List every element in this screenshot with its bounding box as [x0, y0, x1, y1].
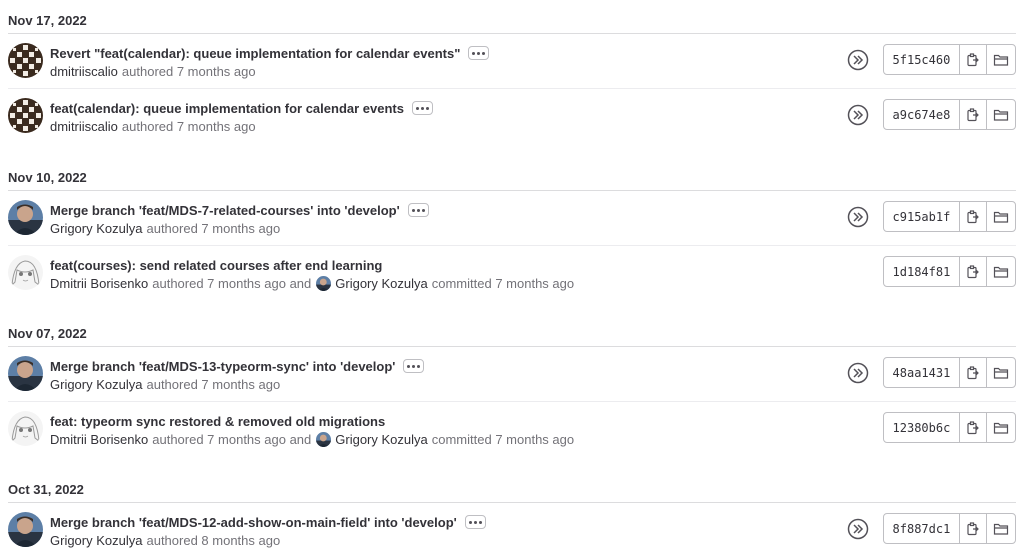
commit-author[interactable]: dmitriiscalio [50, 64, 118, 79]
date-header: Oct 31, 2022 [8, 469, 1016, 503]
folder-open-icon[interactable] [987, 514, 1015, 543]
commit-sha-group: c915ab1f [883, 201, 1016, 232]
commit-author[interactable]: Grigory Kozulya [50, 221, 142, 236]
authored-time: authored 8 months ago [146, 533, 281, 548]
pipeline-skipped-icon[interactable] [847, 518, 869, 540]
commit-row: feat(courses): send related courses afte… [8, 246, 1016, 301]
authored-time: authored 7 months ago and [152, 432, 312, 447]
commit-row: feat: typeorm sync restored & removed ol… [8, 402, 1016, 457]
avatar[interactable] [8, 43, 43, 78]
ellipsis-icon[interactable] [403, 359, 425, 373]
commit-sha[interactable]: 1d184f81 [884, 257, 960, 286]
commit-title[interactable]: feat(courses): send related courses afte… [50, 258, 382, 273]
commit-author[interactable]: Grigory Kozulya [50, 377, 142, 392]
avatar[interactable] [8, 98, 43, 133]
ellipsis-icon[interactable] [411, 101, 433, 115]
avatar[interactable] [8, 200, 43, 235]
commit-row: Merge branch 'feat/MDS-7-related-courses… [8, 191, 1016, 246]
commit-title[interactable]: Revert "feat(calendar): queue implementa… [50, 46, 460, 61]
pipeline-skipped-icon[interactable] [847, 49, 869, 71]
authored-time: authored 7 months ago [121, 119, 256, 134]
commit-sha-group: 48aa1431 [883, 357, 1016, 388]
commit-title[interactable]: Merge branch 'feat/MDS-7-related-courses… [50, 203, 400, 218]
copy-to-clipboard-icon[interactable] [960, 257, 988, 286]
committed-time: committed 7 months ago [431, 432, 575, 447]
ellipsis-icon[interactable] [407, 203, 429, 217]
commit-title[interactable]: feat: typeorm sync restored & removed ol… [50, 414, 385, 429]
folder-open-icon[interactable] [987, 257, 1015, 286]
commit-date-group: Nov 07, 2022 Merge branch 'feat/MDS-13-t… [8, 313, 1016, 457]
commit-author[interactable]: Grigory Kozulya [50, 533, 142, 548]
commit-sha[interactable]: 5f15c460 [884, 45, 960, 74]
copy-to-clipboard-icon[interactable] [960, 413, 988, 442]
avatar[interactable] [8, 411, 43, 446]
commit-row: Revert "feat(calendar): queue implementa… [8, 34, 1016, 89]
commit-date-group: Nov 10, 2022 Merge branch 'feat/MDS-7-re… [8, 157, 1016, 301]
ellipsis-icon[interactable] [464, 515, 486, 529]
folder-open-icon[interactable] [987, 358, 1015, 387]
committer-name[interactable]: Grigory Kozulya [335, 276, 427, 291]
folder-open-icon[interactable] [987, 202, 1015, 231]
copy-to-clipboard-icon[interactable] [960, 100, 988, 129]
avatar[interactable] [8, 356, 43, 391]
avatar[interactable] [316, 432, 332, 447]
pipeline-skipped-icon[interactable] [847, 206, 869, 228]
folder-open-icon[interactable] [987, 45, 1015, 74]
commit-author[interactable]: dmitriiscalio [50, 119, 118, 134]
commit-sha[interactable]: 8f887dc1 [884, 514, 960, 543]
commit-row: feat(calendar): queue implementation for… [8, 89, 1016, 144]
commit-row: Merge branch 'feat/MDS-12-add-show-on-ma… [8, 503, 1016, 557]
commit-row: Merge branch 'feat/MDS-13-typeorm-sync' … [8, 347, 1016, 402]
commit-date-group: Nov 17, 2022 Revert "feat(calendar): que… [8, 0, 1016, 144]
commit-title[interactable]: feat(calendar): queue implementation for… [50, 101, 404, 116]
copy-to-clipboard-icon[interactable] [960, 514, 988, 543]
commit-author[interactable]: Dmitrii Borisenko [50, 432, 148, 447]
authored-time: authored 7 months ago [121, 64, 256, 79]
commit-sha-group: 1d184f81 [883, 256, 1016, 287]
commit-author[interactable]: Dmitrii Borisenko [50, 276, 148, 291]
commit-title[interactable]: Merge branch 'feat/MDS-13-typeorm-sync' … [50, 359, 395, 374]
authored-time: authored 7 months ago [146, 377, 281, 392]
pipeline-skipped-icon[interactable] [847, 104, 869, 126]
commit-sha[interactable]: 48aa1431 [884, 358, 960, 387]
avatar[interactable] [8, 255, 43, 290]
copy-to-clipboard-icon[interactable] [960, 202, 988, 231]
commit-sha[interactable]: c915ab1f [884, 202, 960, 231]
commit-date-group: Oct 31, 2022 Merge branch 'feat/MDS-12-a… [8, 469, 1016, 557]
date-header: Nov 10, 2022 [8, 157, 1016, 191]
committer-name[interactable]: Grigory Kozulya [335, 432, 427, 447]
authored-time: authored 7 months ago and [152, 276, 312, 291]
commit-sha-group: 8f887dc1 [883, 513, 1016, 544]
copy-to-clipboard-icon[interactable] [960, 358, 988, 387]
folder-open-icon[interactable] [987, 413, 1015, 442]
folder-open-icon[interactable] [987, 100, 1015, 129]
copy-to-clipboard-icon[interactable] [960, 45, 988, 74]
authored-time: authored 7 months ago [146, 221, 281, 236]
commit-sha[interactable]: 12380b6c [884, 413, 960, 442]
commit-title[interactable]: Merge branch 'feat/MDS-12-add-show-on-ma… [50, 515, 457, 530]
commit-sha-group: a9c674e8 [883, 99, 1016, 130]
ellipsis-icon[interactable] [468, 46, 490, 60]
commit-sha-group: 5f15c460 [883, 44, 1016, 75]
committed-time: committed 7 months ago [431, 276, 575, 291]
avatar[interactable] [8, 512, 43, 547]
pipeline-skipped-icon[interactable] [847, 362, 869, 384]
date-header: Nov 17, 2022 [8, 0, 1016, 34]
avatar[interactable] [316, 276, 332, 291]
commit-sha[interactable]: a9c674e8 [884, 100, 960, 129]
commit-sha-group: 12380b6c [883, 412, 1016, 443]
date-header: Nov 07, 2022 [8, 313, 1016, 347]
